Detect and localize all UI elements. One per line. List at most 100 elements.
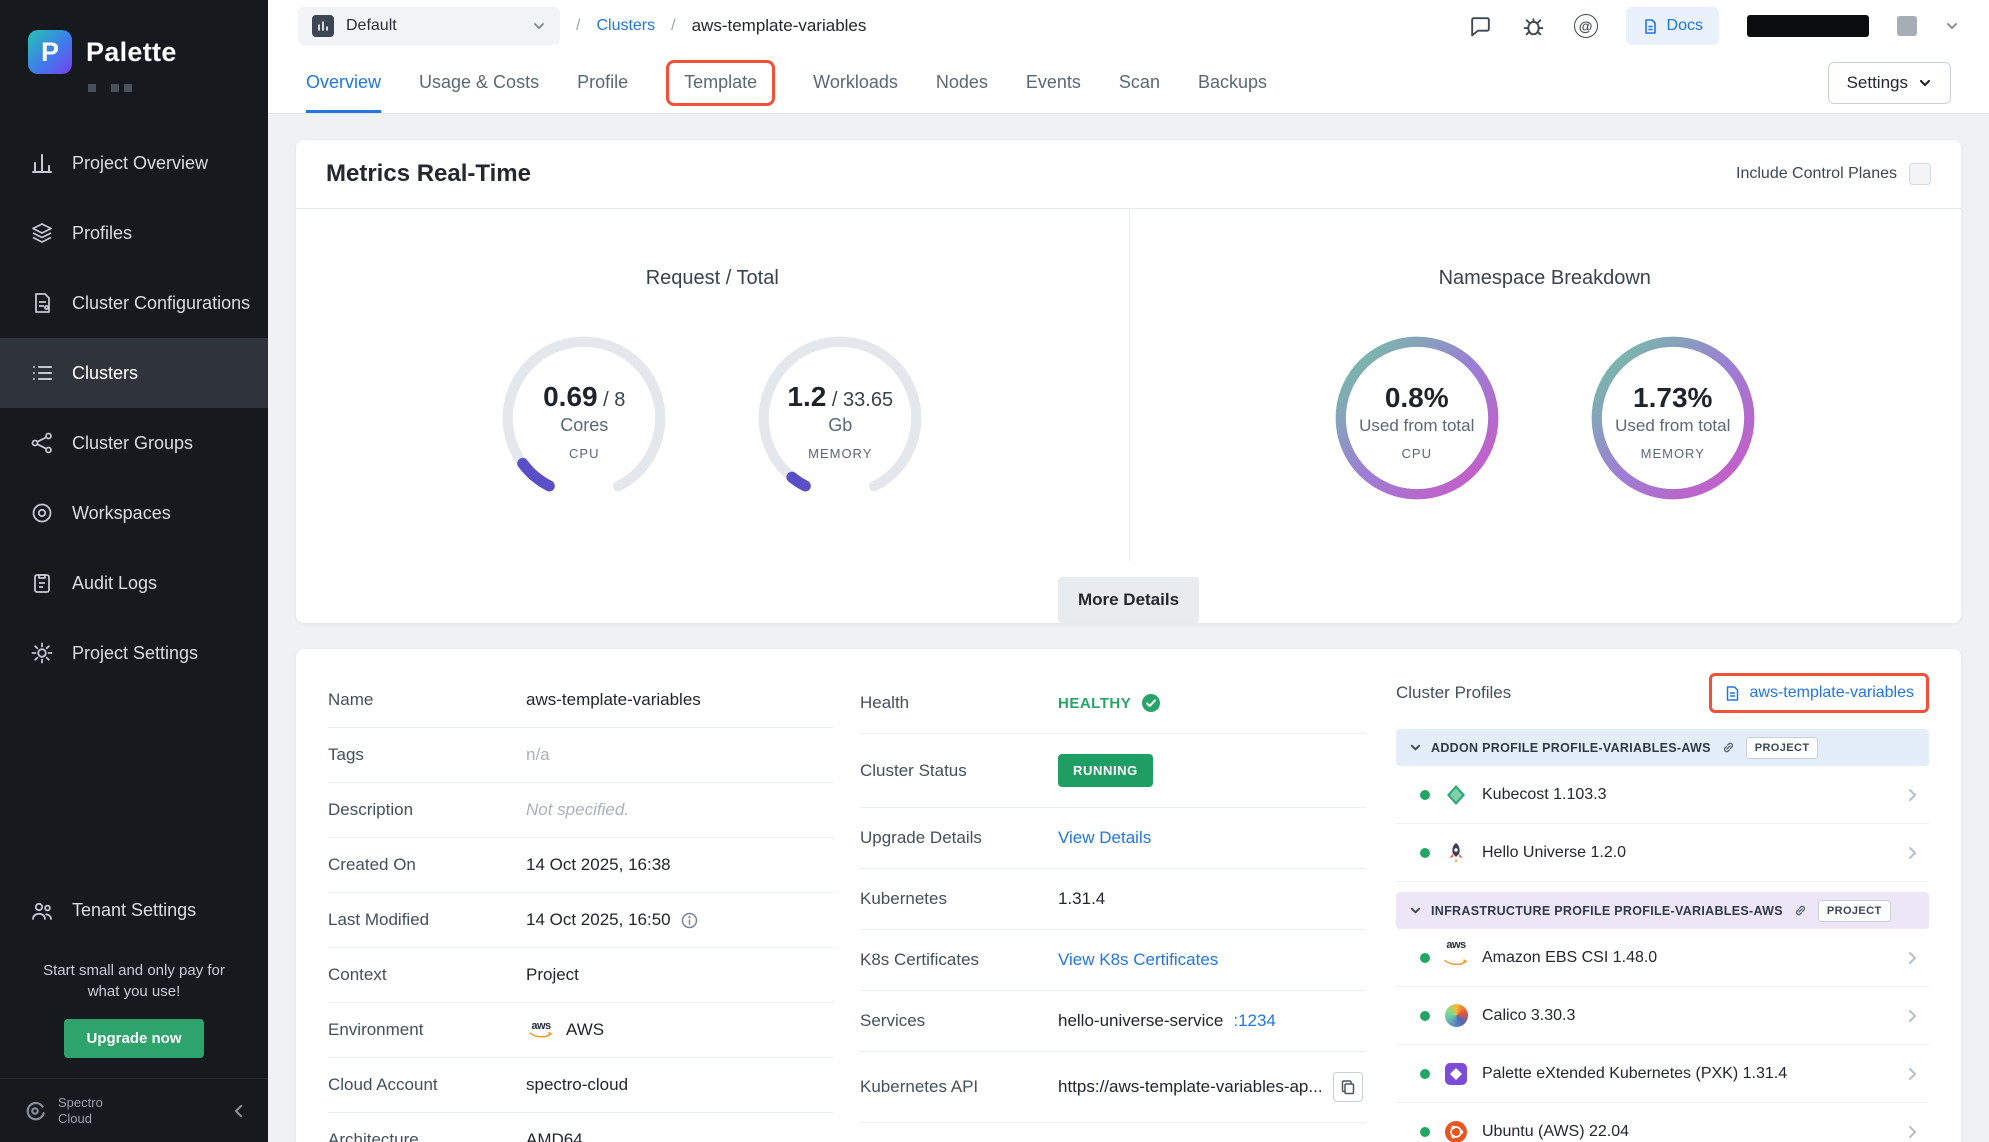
promo-text: Start small and only pay for what you us… (0, 946, 268, 1004)
service-port-link[interactable]: :1234 (1233, 1011, 1276, 1031)
include-control-planes: Include Control Planes (1736, 163, 1931, 185)
detail-row-created-on: Created On 14 Oct 2025, 16:38 (328, 838, 833, 893)
sidebar-item-cluster-configurations[interactable]: Cluster Configurations (0, 268, 268, 338)
docs-button-label: Docs (1667, 17, 1703, 35)
namespace-cpu-label: CPU (1402, 446, 1432, 461)
sidebar-item-clusters[interactable]: Clusters (0, 338, 268, 408)
project-selector[interactable]: Default (298, 7, 560, 45)
tab-workloads[interactable]: Workloads (813, 52, 898, 113)
link-icon (1721, 740, 1736, 755)
settings-button-label: Settings (1847, 73, 1908, 93)
more-details-button[interactable]: More Details (1058, 577, 1199, 623)
bug-icon[interactable] (1521, 14, 1546, 39)
status-dot (1420, 790, 1430, 800)
sidebar-item-label: Cluster Groups (72, 433, 193, 454)
tab-usage-costs[interactable]: Usage & Costs (419, 52, 539, 113)
project-badge: PROJECT (1818, 900, 1891, 922)
cpu-gauge: 0.69 / 8 Cores CPU (496, 330, 672, 506)
breadcrumb-clusters-link[interactable]: Clusters (596, 17, 655, 35)
settings-button[interactable]: Settings (1828, 62, 1951, 104)
cluster-profile-link-highlighted[interactable]: aws-template-variables (1709, 673, 1929, 713)
detail-row-kubernetes-api: Kubernetes API https://aws-template-vari… (860, 1052, 1366, 1123)
detail-row-environment: Environment aws AWS (328, 1003, 833, 1058)
detail-row-architecture: Architecture AMD64 (328, 1113, 833, 1142)
topbar-actions: @ Docs (1468, 7, 1959, 45)
avatar[interactable] (1897, 16, 1917, 36)
detail-row-services: Services hello-universe-service:1234 (860, 991, 1366, 1052)
cpu-unit: Cores (560, 415, 608, 436)
link-icon (1793, 903, 1808, 918)
profile-layer-calico[interactable]: Calico 3.30.3 (1396, 987, 1929, 1045)
sidebar-item-cluster-groups[interactable]: Cluster Groups (0, 408, 268, 478)
sidebar-item-project-overview[interactable]: Project Overview (0, 128, 268, 198)
info-icon[interactable] (681, 912, 698, 929)
collapse-sidebar-icon[interactable] (232, 1104, 246, 1118)
request-total-section: Request / Total 0.69 / 8 Cores (296, 209, 1129, 561)
tab-overview[interactable]: Overview (306, 52, 381, 113)
memory-total-value: / 33.65 (832, 389, 893, 411)
detail-row-k8s-certificates: K8s Certificates View K8s Certificates (860, 930, 1366, 991)
chevron-down-icon[interactable] (1945, 19, 1959, 33)
clipboard-icon (30, 571, 54, 595)
people-icon (30, 899, 54, 923)
cpu-total-value: / 8 (603, 389, 625, 411)
namespace-memory-ring: 1.73% Used from total MEMORY (1585, 330, 1761, 506)
infrastructure-profile-header[interactable]: INFRASTRUCTURE PROFILE PROFILE-VARIABLES… (1396, 892, 1929, 929)
namespace-memory-percent: 1.73% (1633, 382, 1712, 414)
memory-unit: Gb (828, 415, 852, 436)
addon-profile-header[interactable]: ADDON PROFILE PROFILE-VARIABLES-AWS PROJ… (1396, 729, 1929, 766)
view-k8s-certificates-link[interactable]: View K8s Certificates (1058, 950, 1218, 970)
include-control-planes-checkbox[interactable] (1909, 163, 1931, 185)
namespace-cpu-percent: 0.8% (1385, 382, 1449, 414)
redacted-username (1747, 15, 1869, 37)
sidebar-item-profiles[interactable]: Profiles (0, 198, 268, 268)
cluster-tabbar: Overview Usage & Costs Profile Template … (268, 52, 1989, 114)
check-circle-icon (1141, 693, 1161, 713)
profile-layer-ubuntu[interactable]: Ubuntu (AWS) 22.04 (1396, 1103, 1929, 1142)
cluster-details-card: Name aws-template-variables Tags n/a Des… (296, 649, 1961, 1142)
status-dot (1420, 953, 1430, 963)
addon-profile-group: ADDON PROFILE PROFILE-VARIABLES-AWS PROJ… (1396, 729, 1929, 882)
sidebar-item-project-settings[interactable]: Project Settings (0, 618, 268, 688)
profile-layer-amazon-ebs-csi[interactable]: aws Amazon EBS CSI 1.48.0 (1396, 929, 1929, 987)
profile-layer-pxk[interactable]: Palette eXtended Kubernetes (PXK) 1.31.4 (1396, 1045, 1929, 1103)
status-dot (1420, 848, 1430, 858)
status-dot (1420, 1069, 1430, 1079)
tab-template[interactable]: Template (666, 60, 775, 106)
include-control-planes-label: Include Control Planes (1736, 165, 1897, 183)
sidebar-item-audit-logs[interactable]: Audit Logs (0, 548, 268, 618)
namespace-memory-caption: Used from total (1615, 416, 1730, 436)
metrics-card: Metrics Real-Time Include Control Planes… (296, 140, 1961, 623)
chevron-down-icon (1918, 76, 1932, 90)
aws-logo-icon: aws (526, 1021, 556, 1039)
detail-row-description: Description Not specified. (328, 783, 833, 838)
network-icon (30, 431, 54, 455)
sidebar-item-label: Audit Logs (72, 573, 157, 594)
tab-scan[interactable]: Scan (1119, 52, 1160, 113)
content: Metrics Real-Time Include Control Planes… (268, 114, 1989, 1142)
support-at-icon[interactable]: @ (1574, 14, 1598, 38)
sidebar-item-workspaces[interactable]: Workspaces (0, 478, 268, 548)
tab-nodes[interactable]: Nodes (936, 52, 988, 113)
profile-layer-kubecost[interactable]: Kubecost 1.103.3 (1396, 766, 1929, 824)
detail-row-kubernetes: Kubernetes 1.31.4 (860, 869, 1366, 930)
copy-button[interactable] (1333, 1072, 1363, 1102)
upgrade-now-button[interactable]: Upgrade now (64, 1019, 203, 1058)
tab-events[interactable]: Events (1026, 52, 1081, 113)
cluster-profiles-title: Cluster Profiles (1396, 683, 1511, 703)
health-status: HEALTHY (1058, 695, 1131, 712)
kubecost-icon (1443, 782, 1469, 808)
aws-logo-icon: aws (1443, 945, 1469, 971)
breadcrumb-separator: / (671, 17, 675, 35)
sidebar-item-tenant-settings[interactable]: Tenant Settings (0, 876, 268, 946)
sidebar-item-label: Cluster Configurations (72, 293, 250, 314)
detail-row-last-modified: Last Modified 14 Oct 2025, 16:50 (328, 893, 833, 948)
tab-backups[interactable]: Backups (1198, 52, 1267, 113)
profile-layer-hello-universe[interactable]: Hello Universe 1.2.0 (1396, 824, 1929, 882)
chat-icon[interactable] (1468, 14, 1493, 39)
detail-row-name: Name aws-template-variables (328, 673, 833, 728)
bar-chart-icon (30, 151, 54, 175)
view-details-link[interactable]: View Details (1058, 828, 1151, 848)
docs-button[interactable]: Docs (1626, 7, 1719, 45)
tab-profile[interactable]: Profile (577, 52, 628, 113)
